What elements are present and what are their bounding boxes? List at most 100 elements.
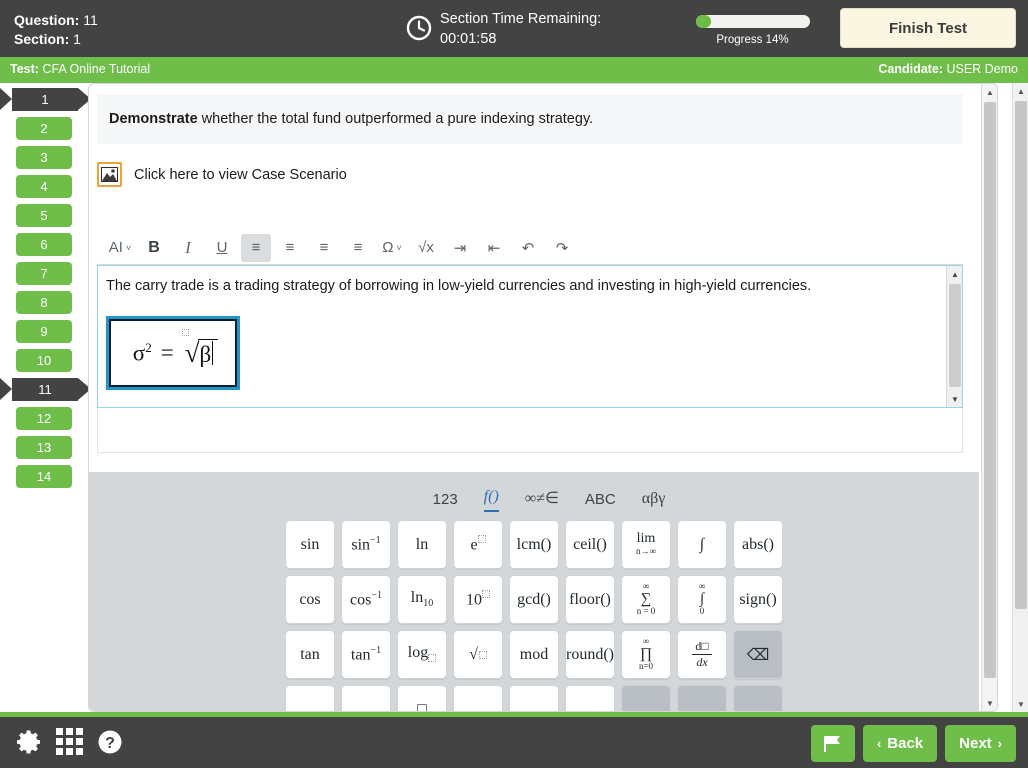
math-key-integral[interactable]: ∫ [677, 520, 727, 569]
math-key-arccos[interactable]: cos−1 [341, 575, 391, 624]
bold-button[interactable]: B [139, 234, 169, 262]
window-scroll-up-arrow[interactable]: ▲ [1013, 83, 1028, 99]
content-scroll-thumb[interactable] [984, 102, 996, 678]
outdent-button[interactable]: ⇤ [479, 234, 509, 262]
math-key-arcsin[interactable]: sin−1 [341, 520, 391, 569]
help-icon[interactable]: ? [97, 729, 123, 755]
math-key-key-r4c9[interactable] [733, 685, 783, 711]
math-tab-123[interactable]: 123 [433, 491, 458, 512]
bottom-navigation-buttons: ‹ Back Next › [810, 725, 1016, 762]
math-key-key-r4c1[interactable] [285, 685, 335, 711]
qnav-item-10[interactable]: 10 [16, 349, 72, 372]
math-key-floor[interactable]: floor() [565, 575, 615, 624]
flag-button[interactable] [810, 725, 855, 762]
math-key-ln[interactable]: ln [397, 520, 447, 569]
window-scroll-thumb[interactable] [1015, 101, 1027, 609]
special-character-button[interactable]: Ω ˅ [377, 234, 407, 262]
math-tab-[interactable]: αβγ [642, 490, 666, 512]
window-scroll-down-arrow[interactable]: ▼ [1013, 696, 1028, 712]
next-button[interactable]: Next › [945, 725, 1016, 762]
math-key-gcd[interactable]: gcd() [509, 575, 559, 624]
font-size-dropdown[interactable]: AI ˅ [105, 234, 135, 262]
align-left-button[interactable]: ≡ [241, 233, 271, 262]
justify-button[interactable]: ≡ [343, 234, 373, 262]
math-key-key-r4c8[interactable] [677, 685, 727, 711]
math-equation-button[interactable]: √x [411, 234, 441, 262]
qnav-item-2[interactable]: 2 [16, 117, 72, 140]
math-key-e-power[interactable]: e [453, 520, 503, 569]
math-tab-f[interactable]: f() [483, 488, 499, 512]
math-key-ten-power[interactable]: 10 [453, 575, 503, 624]
math-key-label: ∞ ∑ n = 0 [636, 581, 656, 617]
underline-button[interactable]: U [207, 234, 237, 262]
qnav-item-3[interactable]: 3 [16, 146, 72, 169]
qnav-item-4[interactable]: 4 [16, 175, 72, 198]
back-button[interactable]: ‹ Back [862, 725, 938, 762]
math-key-sign[interactable]: sign() [733, 575, 783, 624]
case-scenario-link-row[interactable]: Click here to view Case Scenario [97, 162, 347, 187]
font-size-dropdown-glyph: AI [108, 239, 123, 256]
math-formula-object[interactable]: σ2 = √ β [106, 316, 240, 390]
math-key-cos[interactable]: cos [285, 575, 335, 624]
math-key-key-r4c3[interactable]: □ [397, 685, 447, 711]
qnav-item-9[interactable]: 9 [16, 320, 72, 343]
case-scenario-link-text[interactable]: Click here to view Case Scenario [134, 167, 347, 183]
math-key-product[interactable]: ∞ ∏ n=0 [621, 630, 671, 679]
math-key-definite-integral[interactable]: ∞ ∫ 0 [677, 575, 727, 624]
math-tab-[interactable]: ∞≠∈ [525, 488, 559, 512]
content-scroll-up-arrow[interactable]: ▲ [982, 84, 997, 100]
math-key-ceil[interactable]: ceil() [565, 520, 615, 569]
math-key-key-r4c4[interactable] [453, 685, 503, 711]
align-right-button[interactable]: ≡ [309, 234, 339, 262]
qnav-item-1[interactable]: 1 [0, 88, 88, 111]
indent-button[interactable]: ⇥ [445, 234, 475, 262]
answer-text[interactable]: The carry trade is a trading strategy of… [106, 277, 926, 296]
math-key-mod[interactable]: mod [509, 630, 559, 679]
math-key-limit[interactable]: lim n→∞ [621, 520, 671, 569]
math-equation-button-glyph: √x [418, 239, 434, 256]
qnav-item-11[interactable]: 11 [0, 378, 88, 401]
qnav-item-6[interactable]: 6 [16, 233, 72, 256]
qnav-item-7[interactable]: 7 [16, 262, 72, 285]
math-key-backspace[interactable]: ⌫ [733, 630, 783, 679]
math-key-key-r4c5[interactable] [509, 685, 559, 711]
italic-button[interactable]: I [173, 234, 203, 262]
math-key-key-r4c2[interactable] [341, 685, 391, 711]
math-key-log-base-10[interactable]: ln10 [397, 575, 447, 624]
align-center-button[interactable]: ≡ [275, 234, 305, 262]
question-value: 11 [83, 12, 98, 28]
math-key-derivative[interactable]: d□ dx [677, 630, 727, 679]
content-scroll-down-arrow[interactable]: ▼ [982, 695, 997, 711]
editor-scrollbar[interactable]: ▲ ▼ [946, 266, 962, 407]
math-formula-content[interactable]: σ2 = √ β [109, 319, 237, 387]
content-panel-scrollbar[interactable]: ▲ ▼ [981, 84, 997, 711]
editor-scroll-up-arrow[interactable]: ▲ [947, 266, 962, 282]
math-key-key-r4c6[interactable] [565, 685, 615, 711]
math-key-abs[interactable]: abs() [733, 520, 783, 569]
math-key-log-base[interactable]: log [397, 630, 447, 679]
qnav-item-8[interactable]: 8 [16, 291, 72, 314]
math-key-sin[interactable]: sin [285, 520, 335, 569]
undo-button[interactable]: ↶ [513, 234, 543, 262]
qnav-item-14[interactable]: 14 [16, 465, 72, 488]
math-tab-ABC[interactable]: ABC [585, 491, 616, 512]
math-key-arctan[interactable]: tan−1 [341, 630, 391, 679]
grid-icon[interactable] [56, 728, 83, 755]
qnav-item-5[interactable]: 5 [16, 204, 72, 227]
redo-button[interactable]: ↷ [547, 234, 577, 262]
gear-icon[interactable] [16, 729, 42, 755]
window-scrollbar[interactable]: ▲ ▼ [1012, 83, 1028, 712]
math-key-lcm[interactable]: lcm() [509, 520, 559, 569]
math-key-nth-root[interactable]: √ [453, 630, 503, 679]
math-key-key-r4c7[interactable] [621, 685, 671, 711]
math-key-tan[interactable]: tan [285, 630, 335, 679]
image-icon[interactable] [97, 162, 122, 187]
math-key-round[interactable]: round() [565, 630, 615, 679]
finish-test-button[interactable]: Finish Test [840, 8, 1016, 48]
answer-editor[interactable]: The carry trade is a trading strategy of… [97, 265, 963, 408]
qnav-item-12[interactable]: 12 [16, 407, 72, 430]
qnav-item-13[interactable]: 13 [16, 436, 72, 459]
editor-scroll-thumb[interactable] [949, 284, 961, 387]
math-key-summation[interactable]: ∞ ∑ n = 0 [621, 575, 671, 624]
editor-scroll-down-arrow[interactable]: ▼ [947, 391, 962, 407]
